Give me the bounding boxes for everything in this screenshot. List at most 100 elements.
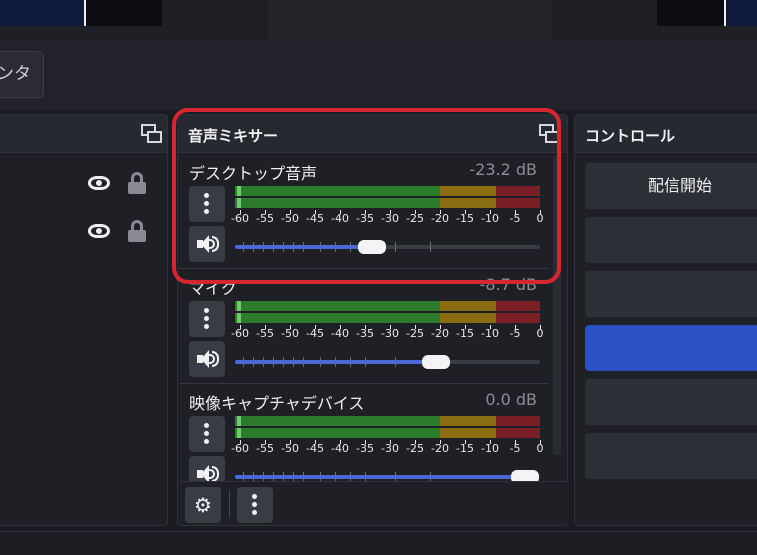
control-button[interactable]	[585, 217, 757, 263]
db-scale: -60 -55 -50 -45 -40 -35 -30 -25 -20 -15 -10 -5 0	[231, 210, 545, 230]
vertical-dots-icon	[204, 308, 210, 330]
preview-area-center	[268, 0, 552, 40]
speaker-icon	[197, 465, 219, 481]
toolbar-partial-button[interactable]: ンタ	[0, 51, 44, 98]
scale-label: -55	[256, 442, 274, 455]
scale-label: -50	[281, 327, 299, 340]
slider-tick	[430, 242, 431, 252]
preview-thumbnail-right	[657, 0, 757, 26]
scale-label: 0	[536, 212, 544, 225]
volume-slider[interactable]	[235, 469, 540, 481]
scale-label: -35	[356, 212, 374, 225]
audio-mixer-dock: 音声ミキサー デスクトップ音声 -23.2 dB -60 -55 -50 -45…	[177, 114, 569, 526]
channel-menu-button[interactable]	[189, 186, 225, 222]
visibility-eye-icon[interactable]	[88, 176, 110, 190]
scale-label: -10	[481, 327, 499, 340]
db-scale: -60 -55 -50 -45 -40 -35 -30 -25 -20 -15 -10 -5 0	[231, 440, 545, 460]
scale-label: -40	[331, 442, 349, 455]
status-bar	[0, 531, 757, 555]
scale-label: -55	[256, 212, 274, 225]
controls-header: コントロール	[575, 115, 757, 153]
scale-label: 0	[536, 442, 544, 455]
channel-name: デスクトップ音声	[189, 164, 318, 183]
mixer-channel: マイク -8.7 dB -60 -55 -50 -45 -40 -35 -30 …	[179, 269, 549, 384]
volume-meter	[235, 186, 540, 208]
volume-slider-handle[interactable]	[358, 240, 387, 254]
scale-label: -15	[456, 212, 474, 225]
volume-slider-handle[interactable]	[422, 355, 451, 369]
mixer-settings-gear-icon[interactable]: ⚙	[185, 487, 221, 523]
audio-mixer-title: 音声ミキサー	[188, 127, 279, 145]
mixer-footer: ⚙	[179, 481, 569, 525]
scale-label: -15	[456, 327, 474, 340]
controls-title: コントロール	[585, 127, 676, 145]
channel-menu-button[interactable]	[189, 301, 225, 337]
channel-db-readout: -8.7 dB	[479, 275, 537, 294]
scale-label: -45	[306, 442, 324, 455]
speaker-icon	[197, 235, 219, 253]
volume-slider[interactable]	[235, 354, 540, 370]
control-button[interactable]	[585, 271, 757, 317]
channel-db-readout: -23.2 dB	[469, 160, 537, 179]
mute-button[interactable]	[189, 226, 225, 262]
scale-label: -15	[456, 442, 474, 455]
scale-label: -45	[306, 212, 324, 225]
lock-icon[interactable]	[128, 172, 146, 194]
audio-mixer-header: 音声ミキサー	[178, 115, 567, 153]
scale-label: -10	[481, 442, 499, 455]
volume-slider[interactable]	[235, 239, 540, 255]
vertical-dots-icon	[204, 423, 210, 445]
scale-label: -50	[281, 442, 299, 455]
volume-meter	[235, 301, 540, 323]
scale-label: -5	[509, 442, 521, 455]
visibility-eye-icon[interactable]	[88, 224, 110, 238]
sources-dock	[0, 114, 168, 526]
control-button[interactable]	[585, 379, 757, 425]
control-button-active[interactable]	[585, 325, 757, 371]
channel-menu-button[interactable]	[189, 416, 225, 452]
toolbar	[0, 40, 757, 110]
mixer-channel: デスクトップ音声 -23.2 dB -60 -55 -50 -45 -40 -3…	[179, 154, 549, 269]
preview-strip	[0, 0, 757, 40]
scale-label: -35	[356, 442, 374, 455]
scale-label: -25	[406, 442, 424, 455]
scale-label: -20	[431, 212, 449, 225]
scale-label: -10	[481, 212, 499, 225]
scale-label: -45	[306, 327, 324, 340]
scale-label: -5	[509, 327, 521, 340]
scale-label: -20	[431, 442, 449, 455]
speaker-icon	[197, 350, 219, 368]
undock-icon[interactable]	[141, 124, 163, 144]
source-row[interactable]	[0, 215, 155, 251]
start-streaming-button[interactable]: 配信開始	[585, 163, 757, 209]
undock-icon[interactable]	[539, 124, 561, 144]
scale-label: -50	[281, 212, 299, 225]
scale-label: -60	[231, 442, 249, 455]
scale-label: -35	[356, 327, 374, 340]
mixer-scrollbar[interactable]	[553, 155, 561, 455]
channel-db-readout: 0.0 dB	[485, 390, 537, 409]
control-button[interactable]	[585, 433, 757, 479]
source-row[interactable]	[0, 167, 155, 203]
lock-icon[interactable]	[128, 220, 146, 242]
scale-label: -5	[509, 212, 521, 225]
db-scale: -60 -55 -50 -45 -40 -35 -30 -25 -20 -15 -10 -5 0	[231, 325, 545, 345]
mixer-menu-button[interactable]	[237, 487, 273, 523]
preview-thumbnail-left	[0, 0, 162, 26]
scale-label: -40	[331, 327, 349, 340]
scale-label: -60	[231, 327, 249, 340]
mute-button[interactable]	[189, 341, 225, 377]
scale-label: -55	[256, 327, 274, 340]
channel-name: マイク	[189, 279, 237, 298]
scale-label: -40	[331, 212, 349, 225]
sources-dock-header	[0, 115, 167, 153]
vertical-dots-icon	[204, 193, 210, 215]
scale-label: -60	[231, 212, 249, 225]
volume-meter	[235, 416, 540, 438]
volume-slider-handle[interactable]	[510, 470, 539, 481]
scale-label: -30	[381, 327, 399, 340]
channel-name: 映像キャプチャデバイス	[189, 394, 365, 413]
scale-label: -20	[431, 327, 449, 340]
scale-label: -30	[381, 442, 399, 455]
mute-button[interactable]	[189, 456, 225, 481]
